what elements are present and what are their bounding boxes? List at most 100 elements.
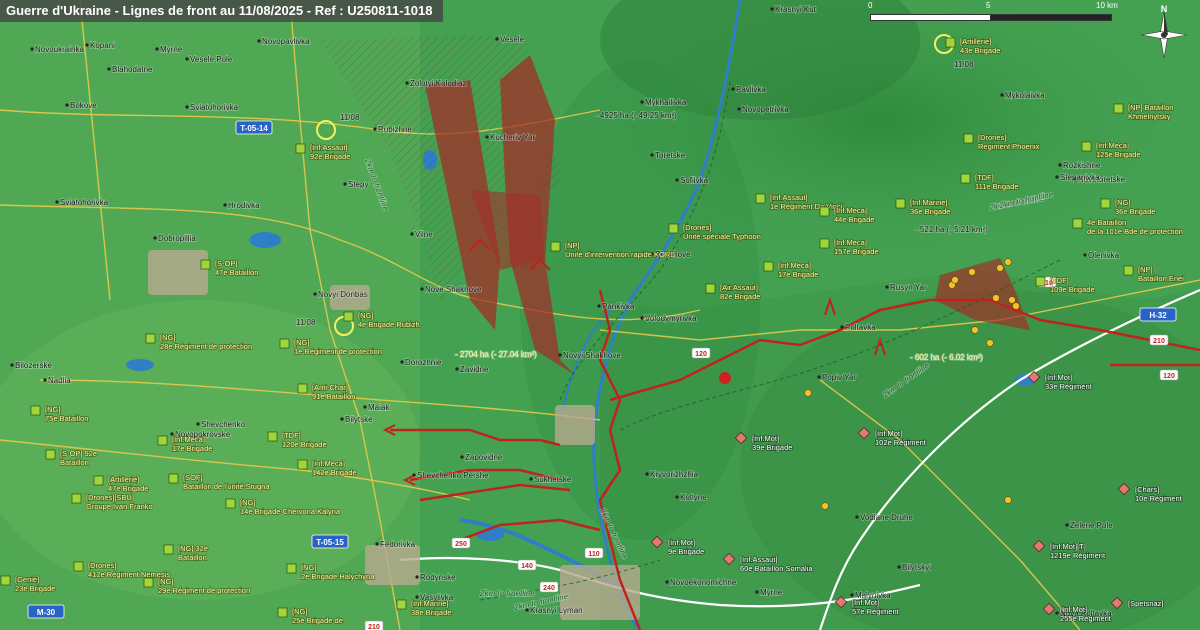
- place-marker: [363, 405, 367, 409]
- front-line-map[interactable]: Novoukrainka Kopani Myrne Novopavlivka Blaho…: [0, 0, 1200, 630]
- place-marker: [558, 353, 562, 357]
- unit-type-label: [Inf.Meca]: [172, 435, 205, 444]
- ukrainian-unit-icon: [1081, 141, 1092, 152]
- place-name: Rubizhne: [378, 125, 412, 134]
- place-marker: [65, 103, 69, 107]
- place-name: Stepanivka: [1060, 173, 1100, 182]
- north-letter: N: [1161, 4, 1168, 14]
- place-marker: [817, 375, 821, 379]
- place-marker: [495, 37, 499, 41]
- russian-unit[interactable]: [Spetsnaz]: [1110, 596, 1164, 610]
- place-marker: [85, 43, 89, 47]
- ukrainian-unit-icon: [295, 143, 306, 154]
- place-name: Vodiane Druhe: [860, 513, 913, 522]
- place-marker: [529, 477, 533, 481]
- map-title: Guerre d'Ukraine - Lignes de front au 11…: [0, 0, 443, 22]
- place-name: Mykolaivka: [1005, 91, 1045, 100]
- place-name: Pankivka: [602, 302, 635, 311]
- strike-dot: [951, 276, 959, 284]
- unit-name-label: 125e Brigade: [1096, 150, 1141, 159]
- road-shield-label: H-32: [1149, 311, 1167, 320]
- unit-type-label: [Inf.Mot]: [752, 434, 779, 443]
- unit-name-label: 1e Régiment de protection: [294, 347, 382, 356]
- road-number: 120: [1163, 373, 1175, 380]
- unit-name-label: 29e Régiment de protection: [158, 586, 250, 595]
- ukrainian-unit-icon: [343, 311, 354, 322]
- place-name: Myrne: [760, 588, 783, 597]
- unit-name-label: 36e Brigade: [910, 207, 950, 216]
- unit-type-label: [Inf.Mot]: [1045, 373, 1072, 382]
- unit-type-label: [Inf.Marine]: [411, 599, 449, 608]
- unit-type-label: [Drones]: [683, 223, 711, 232]
- place-marker: [43, 378, 47, 382]
- ukrainian-unit-icon: [819, 238, 830, 249]
- unit-name-label: 23e Brigade: [15, 584, 55, 593]
- unit-date-label: 11/08: [340, 113, 360, 122]
- strike-dot: [986, 339, 994, 347]
- road-number: 110: [588, 551, 599, 558]
- unit-name-label: 91e Bataillon: [312, 392, 355, 401]
- place-marker: [1058, 163, 1062, 167]
- place-name: Krasnyi Lyman: [530, 606, 583, 615]
- place-marker: [1055, 175, 1059, 179]
- unit-name-label: de la 101e Bde de protection: [1087, 227, 1183, 236]
- road-number: 210: [1153, 338, 1165, 345]
- place-name: Vesele Pole: [190, 55, 233, 64]
- place-marker: [597, 304, 601, 308]
- unit-type-label: [NG]: [240, 498, 255, 507]
- unit-name-label: 9e Brigade: [668, 547, 704, 556]
- ukrainian-unit-icon: [157, 435, 168, 446]
- place-marker: [1000, 93, 1004, 97]
- ukrainian-unit-icon: [71, 493, 82, 504]
- place-name: Kotlyne: [680, 493, 707, 502]
- ukrainian-unit-icon: [143, 577, 154, 588]
- unit-type-label: [TDF]: [1050, 276, 1069, 285]
- unit-name-label: 17e Brigade: [778, 270, 818, 279]
- ukrainian-unit-icon: [1113, 103, 1124, 114]
- unit-type-label: [Anti-Char]: [312, 383, 348, 392]
- ukrainian-unit-icon: [550, 241, 561, 252]
- unit-name-label: Bataillon: [60, 458, 89, 467]
- place-name: Sviatohorivka: [190, 103, 239, 112]
- unit-type-label: [Inf.Mot]: [875, 429, 902, 438]
- place-name: Sviatohorivka: [60, 198, 109, 207]
- place-name: Rozkishne: [1063, 161, 1101, 170]
- unit-type-label: [NG]: [158, 577, 173, 586]
- ukrainian-unit-icon: [1035, 276, 1046, 287]
- place-marker: [840, 325, 844, 329]
- place-name: Sofiivka: [680, 176, 709, 185]
- unit-type-label: [Artillerie]: [108, 475, 139, 484]
- place-marker: [410, 232, 414, 236]
- place-marker: [185, 105, 189, 109]
- ukrainian-unit-icon: [763, 261, 774, 272]
- place-name: Volodymyrivka: [645, 314, 697, 323]
- unit-type-label: [Drones]: [978, 133, 1006, 142]
- unit-type-label: [Inf.Assaut]: [740, 555, 778, 564]
- strike-dot: [1012, 302, 1020, 310]
- unit-name-label: 38e Brigade: [411, 608, 451, 617]
- unit-name-label: 255e Régiment: [1060, 614, 1112, 623]
- ukrainian-unit-icon: [297, 383, 308, 394]
- road-shield-label: T-05-14: [240, 124, 268, 133]
- place-name: Kucheriv Yar: [490, 133, 535, 142]
- unit-name-label: 33e Régiment: [1045, 382, 1093, 391]
- road-number: 120: [695, 351, 707, 358]
- place-marker: [665, 580, 669, 584]
- ukrainian-unit-icon: [297, 459, 308, 470]
- unit-name-label: 109e Brigade: [1050, 285, 1095, 294]
- unit-name-label: 39e Brigade: [752, 443, 792, 452]
- place-name: Nadiia: [48, 376, 71, 385]
- unit-type-label: [Inf.Assaut]: [770, 193, 808, 202]
- place-name: Bilozerske: [15, 361, 52, 370]
- unit-name-label: Bataillon Enei: [1138, 274, 1184, 283]
- road-number: 250: [455, 541, 467, 548]
- place-name: Kryvorizhzhia: [650, 470, 699, 479]
- strike-dot: [971, 326, 979, 334]
- ukrainian-unit-icon: [73, 561, 84, 572]
- place-marker: [897, 565, 901, 569]
- place-name: Bilytskyi: [902, 563, 931, 572]
- ukrainian-unit-icon: [93, 475, 104, 486]
- place-name: Popiv Yar: [822, 373, 856, 382]
- scale-tick-10: 10 km: [1096, 1, 1118, 10]
- area-change-label: - 4925 ha (- 49.25 km²): [595, 111, 677, 120]
